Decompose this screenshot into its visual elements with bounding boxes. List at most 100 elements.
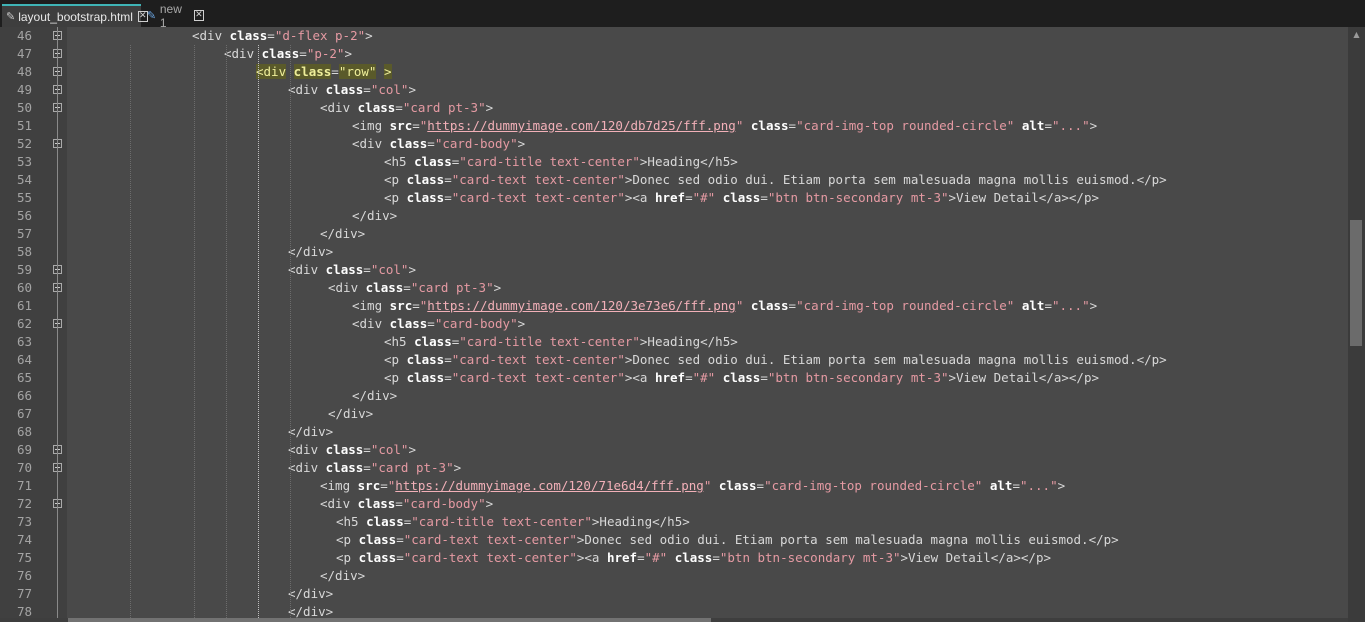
attribute-name: class [406, 352, 445, 367]
attribute-name: class [325, 262, 364, 277]
horizontal-scrollbar[interactable] [0, 618, 1348, 622]
attribute-value: "card-text text-center" [451, 370, 625, 385]
code-line: <p class="card-text text-center">Donec s… [336, 531, 1119, 549]
code-tag: <div [288, 460, 326, 475]
attribute-value: "#" [644, 550, 668, 565]
close-icon[interactable]: ✕ [193, 10, 204, 21]
code-line: <h5 class="card-title text-center">Headi… [336, 513, 690, 531]
vertical-scrollbar-thumb[interactable] [1350, 220, 1362, 346]
horizontal-scrollbar-thumb[interactable] [68, 618, 711, 622]
attribute-name: alt [989, 478, 1013, 493]
code-tag: <p [336, 550, 359, 565]
code-equals: = [637, 550, 645, 565]
attribute-value: "#" [692, 370, 716, 385]
line-number: 48 [16, 64, 32, 79]
url-link[interactable]: https://dummyimage.com/120/db7d25/fff.pn… [427, 118, 736, 133]
code-tag [715, 190, 723, 205]
line-number: 71 [16, 478, 32, 493]
attribute-value: "p-2" [306, 46, 345, 61]
code-tag [1014, 298, 1022, 313]
line-number: 63 [16, 334, 32, 349]
code-equals: = [1044, 298, 1052, 313]
attribute-value: "card-text text-center" [451, 172, 625, 187]
url-link[interactable]: https://dummyimage.com/120/3e73e6/fff.pn… [427, 298, 736, 313]
indent-guide [226, 45, 227, 622]
code-line: <p class="card-text text-center">Donec s… [384, 351, 1167, 369]
code-equals: = [685, 190, 693, 205]
line-number: 62 [16, 316, 32, 331]
code-tag: >View Detail</a></p> [948, 370, 1100, 385]
code-equals: = [788, 298, 797, 313]
vertical-scrollbar[interactable]: ▲ [1348, 27, 1365, 622]
code-tag: > [1089, 118, 1098, 133]
line-number: 46 [16, 28, 32, 43]
code-line: <img src="https://dummyimage.com/120/71e… [320, 477, 1065, 495]
code-tag: >View Detail</a></p> [948, 190, 1100, 205]
attribute-name: class [325, 82, 364, 97]
attribute-name: href [654, 190, 686, 205]
line-number: 65 [16, 370, 32, 385]
line-number: 61 [16, 298, 32, 313]
code-line: <div class="card-body"> [352, 315, 525, 333]
code-tag [711, 478, 719, 493]
attribute-value: "card-img-top rounded-circle" [796, 118, 1015, 133]
code-tag [743, 298, 751, 313]
attribute-name: class [325, 460, 364, 475]
code-equals: = [380, 478, 388, 493]
code-tag: >View Detail</a></p> [900, 550, 1052, 565]
code-tag: </div> [320, 226, 366, 241]
code-line: <div class="card-body"> [320, 495, 493, 513]
code-tag: >Heading</h5> [591, 514, 690, 529]
tab-new-1[interactable]: ✎ new 1 ✕ [142, 2, 208, 30]
code-equals: = [760, 370, 768, 385]
pencil-icon: ✎ [146, 10, 157, 22]
code-tag: >Donec sed odio dui. Etiam porta sem mal… [624, 352, 1167, 367]
attribute-name: class [357, 496, 396, 511]
code-tag: <p [384, 352, 407, 367]
code-line: <div class="d-flex p-2"> [192, 27, 373, 45]
line-number: 53 [16, 154, 32, 169]
code-equals: = [395, 100, 403, 115]
matched-bracket: <div [256, 64, 287, 79]
code-line: <p class="card-text text-center"><a href… [384, 189, 1099, 207]
line-number: 50 [16, 100, 32, 115]
attribute-name: class [674, 550, 713, 565]
line-number: 54 [16, 172, 32, 187]
scroll-up-arrow-icon[interactable]: ▲ [1348, 30, 1365, 39]
line-number: 47 [16, 46, 32, 61]
indent-guide [290, 45, 291, 622]
code-tag: <div [288, 82, 326, 97]
code-equals: = [444, 370, 452, 385]
code-editor[interactable]: <div class="d-flex p-2"> <div class="p-2"… [67, 27, 1348, 622]
code-equals: = [1044, 118, 1052, 133]
line-number: 57 [16, 226, 32, 241]
attribute-name: class [414, 154, 452, 169]
attribute-value: "card-title text-center" [411, 514, 592, 529]
attribute-name: class [750, 118, 789, 133]
code-tag: <div [192, 28, 230, 43]
attribute-name: class [366, 514, 404, 529]
attribute-value: "..." [1051, 298, 1090, 313]
line-number: 67 [16, 406, 32, 421]
code-tag: > [365, 28, 373, 43]
code-equals: = [396, 532, 404, 547]
code-tag: > [485, 100, 494, 115]
attribute-value: "card-text text-center" [403, 532, 577, 547]
line-number: 55 [16, 190, 32, 205]
code-line: <div class="card pt-3"> [288, 459, 461, 477]
line-number: 64 [16, 352, 32, 367]
code-tag: </div> [328, 406, 374, 421]
code-tag: <img [352, 118, 390, 133]
code-line: <div class="col"> [288, 261, 416, 279]
code-equals: = [788, 118, 797, 133]
code-line: </div> [288, 423, 333, 441]
tab-layout-bootstrap[interactable]: ✎ layout_bootstrap.html ✕ [2, 4, 148, 27]
line-number: 73 [16, 514, 32, 529]
attribute-name: class [722, 370, 761, 385]
attribute-name: class [357, 100, 396, 115]
line-number: 66 [16, 388, 32, 403]
code-line: <div class="col"> [288, 441, 416, 459]
url-link[interactable]: https://dummyimage.com/120/71e6d4/fff.pn… [395, 478, 704, 493]
code-tag: > [517, 316, 526, 331]
code-tag [1014, 118, 1022, 133]
